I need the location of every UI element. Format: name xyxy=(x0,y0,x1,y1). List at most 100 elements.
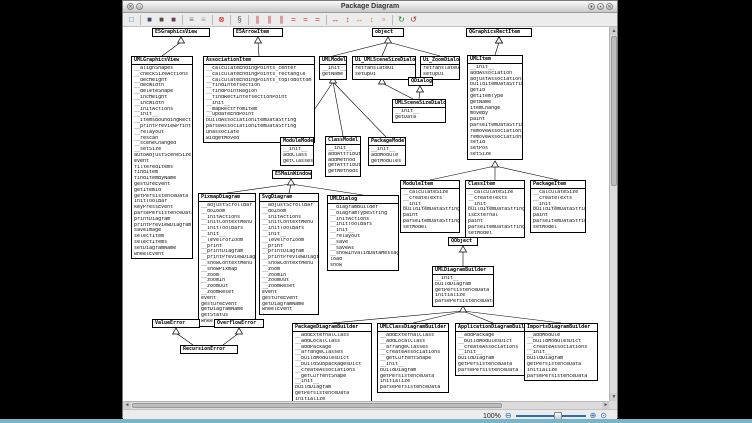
vscroll-thumb[interactable] xyxy=(611,36,617,186)
uml-class-box-overflowerror[interactable]: OverflowError xyxy=(214,319,264,328)
align-right-button[interactable]: ∥ xyxy=(276,14,287,25)
class-member: getMethods xyxy=(326,169,360,175)
class-title: UMLDialog xyxy=(328,196,398,204)
align-vcenter-button[interactable]: = xyxy=(300,14,311,25)
toolbar-separator xyxy=(230,15,231,25)
class-title: QGraphicsRectItem xyxy=(467,29,531,36)
class-member: wheelEvent xyxy=(260,307,318,313)
close-button[interactable]: □ xyxy=(126,14,137,25)
window-menu-button[interactable]: ✕ xyxy=(127,3,134,10)
title-bar[interactable]: ✕ ○ Package Diagram ▾ ▪ ✕ xyxy=(123,1,617,13)
shrink-height-button[interactable]: ↕ xyxy=(366,14,377,25)
class-member-list: __init__buildDiagramgetPersistenceDatain… xyxy=(433,275,493,306)
uml-class-box-packagediagrambuilder[interactable]: PackageDiagramBuilder__addExternalClass_… xyxy=(292,323,372,410)
toolbar-separator xyxy=(182,15,183,25)
class-title: UMLGraphicsView xyxy=(132,57,192,65)
maximize-button[interactable]: ▪ xyxy=(597,3,604,10)
uml-class-box-modulemodel[interactable]: ModuleModel__init__addClassgetClasses xyxy=(280,137,314,166)
uml-class-box-packagemodel[interactable]: PackageModel__init__addModulegetModules xyxy=(368,137,406,166)
class-member: setModel xyxy=(401,225,459,231)
class-member: getData xyxy=(393,115,445,121)
hscroll-thumb[interactable] xyxy=(132,403,502,408)
app-window: ✕ ○ Package Diagram ▾ ▪ ✕ □■■■≡≡⊗§∥∥∥===… xyxy=(122,0,618,418)
uml-class-box-umlitem[interactable]: UMLItem__init__addAssociationadjustAssoc… xyxy=(467,55,523,160)
scroll-down-button[interactable]: ▼ xyxy=(610,393,617,401)
class-member: setupUi xyxy=(353,72,415,78)
uml-class-box-e5graphicsview[interactable]: E5GraphicsView xyxy=(152,28,210,37)
align-left-button[interactable]: ∥ xyxy=(252,14,263,25)
class-member-list: __init__getData xyxy=(393,108,445,122)
uml-class-box-qdialog[interactable]: QDialog xyxy=(408,77,433,86)
class-title: PixmapDiagram xyxy=(199,194,255,202)
class-title: UMLSceneSizeDialog xyxy=(393,100,445,108)
diagram-canvas[interactable]: E5GraphicsView E5ArrowItem object QGraphics… xyxy=(123,27,610,401)
shrink-width-button[interactable]: ↔ xyxy=(354,14,365,25)
class-title: QObject xyxy=(449,238,477,245)
print-button[interactable]: ≡ xyxy=(186,14,197,25)
class-member-list: __addExternalClass__addLocalClass__addPa… xyxy=(293,332,371,409)
class-member-list: __init__addAttributeaddMethodgetAttribut… xyxy=(326,145,360,176)
vertical-scrollbar[interactable]: ▲ ▼ xyxy=(609,27,617,401)
uml-class-box-umlscenesizedialog[interactable]: UMLSceneSizeDialog__init__getData xyxy=(392,99,446,123)
re-layout-button[interactable]: ↻ xyxy=(396,14,407,25)
uml-class-box-valueerror[interactable]: ValueError xyxy=(152,319,200,328)
diagram-viewport: E5GraphicsView E5ArrowItem object QGraphics… xyxy=(123,27,617,410)
re-scan-button[interactable]: ↺ xyxy=(408,14,419,25)
uml-class-box-umlclassdiagrambuilder[interactable]: UMLClassDiagramBuilder__addExternalClass… xyxy=(377,323,449,393)
class-title: Ui_UMLSceneSizeDialog xyxy=(353,57,415,65)
save-as-button[interactable]: ■ xyxy=(156,14,167,25)
toolbar-separator xyxy=(326,15,327,25)
scroll-up-button[interactable]: ▲ xyxy=(610,27,617,35)
class-member-list: __calculateSize__createTexts__init__buil… xyxy=(531,189,585,232)
grow-width-button[interactable]: ↔ xyxy=(330,14,341,25)
uml-class-box-object[interactable]: object xyxy=(372,28,404,37)
uml-class-box-pixmapdiagram[interactable]: PixmapDiagram__adjustScrollBar__doZoom__… xyxy=(198,193,256,327)
add-association-button[interactable]: § xyxy=(234,14,245,25)
class-member-list: __init__addAssociationadjustAssociations… xyxy=(468,64,522,159)
uml-class-box-svgdiagram[interactable]: SvgDiagram__adjustScrollBar__doZoom__ini… xyxy=(259,193,319,315)
class-member: wheelEvent xyxy=(132,252,192,258)
class-title: PackageDiagramBuilder xyxy=(293,324,371,332)
grow-height-button[interactable]: ↕ xyxy=(342,14,353,25)
save-button[interactable]: ■ xyxy=(144,14,155,25)
uml-class-box-qgraphicsrectitem[interactable]: QGraphicsRectItem xyxy=(466,28,532,37)
close-button[interactable]: ✕ xyxy=(606,3,613,10)
uml-class-box-moduleitem[interactable]: ModuleItem__calculateSize__createTexts__… xyxy=(400,180,460,233)
print-preview-button[interactable]: ≡ xyxy=(198,14,209,25)
class-member: parsePersistenceData xyxy=(456,368,530,374)
align-bottom-button[interactable]: = xyxy=(312,14,323,25)
align-hcenter-button[interactable]: ∥ xyxy=(264,14,275,25)
uml-class-box-classitem[interactable]: ClassItem__calculateSize__createTexts__i… xyxy=(465,180,525,238)
class-member-list: __init__addModulegetModules xyxy=(369,146,405,165)
uml-class-box-e5arrowitem[interactable]: E5ArrowItem xyxy=(233,28,283,37)
uml-class-box-umldialog[interactable]: UMLDialog__diagramBuilder__diagramTypeSt… xyxy=(327,195,399,271)
uml-class-box-recursionerror[interactable]: RecursionError xyxy=(180,345,238,354)
class-member: setSize xyxy=(468,152,522,158)
uml-class-box-e5mainwindow[interactable]: E5MainWindow xyxy=(272,170,312,179)
class-member-list: __alignShapes__checkSizeActions__decHeig… xyxy=(132,65,192,258)
taskbar-strip xyxy=(0,419,752,423)
uml-class-box-associationitem[interactable]: AssociationItem__calculateEndingPoints_c… xyxy=(203,56,315,143)
uml-class-box-ui-umlscenesizedialog[interactable]: Ui_UMLSceneSizeDialogretranslateUisetupU… xyxy=(352,56,416,80)
uml-class-box-umldiagrambuilder[interactable]: UMLDiagramBuilder__init__buildDiagramget… xyxy=(432,266,494,307)
save-image-button[interactable]: ■ xyxy=(168,14,179,25)
horizontal-scrollbar[interactable]: ◄ ► xyxy=(123,401,610,409)
minimize-button[interactable]: ▾ xyxy=(588,3,595,10)
scroll-left-button[interactable]: ◄ xyxy=(123,402,131,410)
class-member: setModel xyxy=(466,231,524,237)
window-shade-button[interactable]: ○ xyxy=(136,3,143,10)
delete-shape-button[interactable]: ⊗ xyxy=(216,14,227,25)
class-member-list: __init__getName xyxy=(320,65,346,79)
uml-class-box-importsdiagrambuilder[interactable]: ImportsDiagramBuilder__addModule__buildM… xyxy=(524,323,598,381)
reset-size-button[interactable]: ▫ xyxy=(378,14,389,25)
uml-class-box-applicationdiagrambuilder[interactable]: ApplicationDiagramBuilder__addPackage__b… xyxy=(455,323,531,376)
uml-class-box-packageitem[interactable]: PackageItem__calculateSize__createTexts_… xyxy=(530,180,586,233)
uml-class-box-qobject[interactable]: QObject xyxy=(448,237,478,246)
zoom-slider-track xyxy=(516,415,586,417)
uml-class-box-classmodel[interactable]: ClassModel__init__addAttributeaddMethodg… xyxy=(325,136,361,177)
toolbar-separator xyxy=(392,15,393,25)
align-top-button[interactable]: = xyxy=(288,14,299,25)
uml-class-box-umlgraphicsview[interactable]: UMLGraphicsView__alignShapes__checkSizeA… xyxy=(131,56,193,259)
uml-class-box-umlmodel[interactable]: UMLModel__init__getName xyxy=(319,56,347,80)
class-title: ApplicationDiagramBuilder xyxy=(456,324,530,332)
